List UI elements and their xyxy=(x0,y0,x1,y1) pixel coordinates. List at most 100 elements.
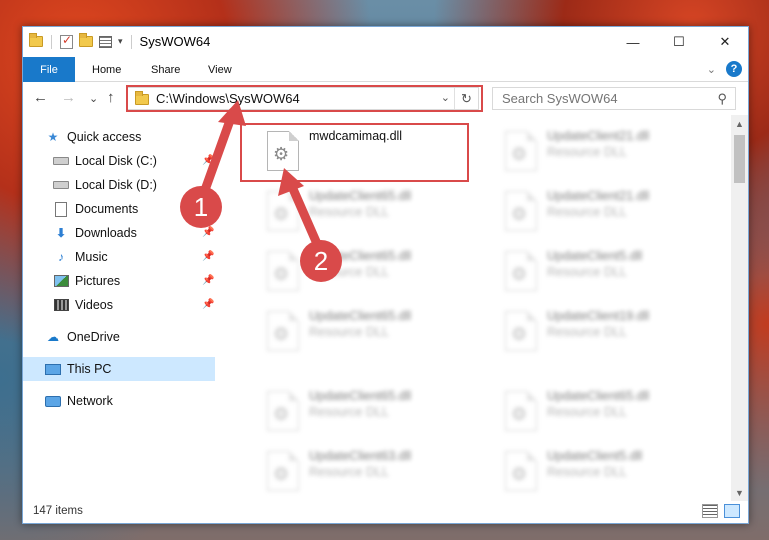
file-item[interactable]: ⚙ UpdateClient5.dll Resource DLL xyxy=(483,243,711,299)
tab-file[interactable]: File xyxy=(23,57,75,82)
network-icon xyxy=(45,395,61,407)
forward-button[interactable]: → xyxy=(61,89,76,106)
file-name: UpdateClient19.dll xyxy=(547,309,650,323)
sidebar-item-local-disk-d[interactable]: Local Disk (D:) xyxy=(53,173,157,197)
file-type: Resource DLL xyxy=(309,465,389,479)
file-type: Resource DLL xyxy=(547,145,627,159)
maximize-button[interactable]: ☐ xyxy=(656,27,702,57)
search-icon[interactable]: ⚲ xyxy=(717,91,727,107)
file-item[interactable]: ⚙ UpdateClient5.dll Resource DLL xyxy=(483,443,711,499)
dll-file-icon: ⚙ xyxy=(505,251,537,291)
dll-file-icon: ⚙ xyxy=(267,251,299,291)
quick-access-toolbar: ▾ SysWOW64 xyxy=(29,33,211,49)
sidebar-item-this-pc[interactable]: This PC xyxy=(23,357,215,381)
recent-locations-chevron-icon[interactable]: ⌄ xyxy=(89,92,98,105)
file-item[interactable]: ⚙ UpdateClient63.dll Resource DLL xyxy=(245,443,473,499)
file-item[interactable]: ⚙ UpdateClient19.dll Resource DLL xyxy=(483,303,711,359)
sidebar-item-label: This PC xyxy=(67,362,112,376)
vertical-scrollbar[interactable]: ▲ ▼ xyxy=(731,115,748,501)
file-item[interactable]: ⚙ UpdateClient65.dll Resource DLL xyxy=(245,303,473,359)
file-highlight-box xyxy=(240,123,469,182)
navigation-bar: ← → ⌄ ↑ C:\Windows\SysWOW64 ⌄ ↻ ⚲ xyxy=(23,83,748,115)
downloads-icon: ⬇ xyxy=(55,226,67,240)
search-input[interactable] xyxy=(502,91,702,106)
dll-file-icon: ⚙ xyxy=(267,391,299,431)
file-type: Resource DLL xyxy=(547,265,627,279)
music-icon: ♪ xyxy=(58,250,64,264)
pin-icon[interactable]: 📌 xyxy=(202,227,214,238)
pin-icon[interactable]: 📌 xyxy=(202,203,214,214)
file-type: Resource DLL xyxy=(309,325,389,339)
pin-icon[interactable]: 📌 xyxy=(202,275,214,286)
file-name: UpdateClient63.dll xyxy=(309,449,412,463)
file-name: UpdateClient21.dll xyxy=(547,129,650,143)
sidebar-item-downloads[interactable]: ⬇ Downloads xyxy=(53,221,137,245)
close-button[interactable]: ✕ xyxy=(702,27,748,57)
customize-toolbar-chevron-icon[interactable]: ▾ xyxy=(118,36,123,47)
file-item[interactable]: ⚙ UpdateClient65.dll Resource DLL xyxy=(245,243,473,299)
gear-icon: ⚙ xyxy=(511,204,528,224)
pin-icon[interactable]: 📌 xyxy=(202,299,214,310)
minimize-button[interactable]: — xyxy=(610,27,656,57)
window-title: SysWOW64 xyxy=(139,34,211,49)
file-type: Resource DLL xyxy=(547,325,627,339)
status-bar: 147 items xyxy=(23,501,748,523)
file-name: UpdateClient65.dll xyxy=(309,249,412,263)
dll-file-icon: ⚙ xyxy=(505,451,537,491)
disk-icon xyxy=(53,157,69,165)
up-button[interactable]: ↑ xyxy=(107,89,115,106)
file-name: UpdateClient21.dll xyxy=(547,189,650,203)
help-icon[interactable]: ? xyxy=(726,61,742,77)
back-button[interactable]: ← xyxy=(33,89,48,106)
gear-icon: ⚙ xyxy=(273,264,290,284)
scroll-thumb[interactable] xyxy=(734,135,745,183)
dll-file-icon: ⚙ xyxy=(505,391,537,431)
address-highlight-box xyxy=(126,85,483,112)
file-item[interactable]: ⚙ UpdateClient21.dll Resource DLL xyxy=(483,123,711,179)
sidebar-item-videos[interactable]: Videos xyxy=(53,293,113,317)
properties-check-icon[interactable] xyxy=(60,33,73,49)
videos-icon xyxy=(53,299,69,311)
file-item[interactable]: ⚙ UpdateClient21.dll Resource DLL xyxy=(483,183,711,239)
file-item[interactable]: ⚙ UpdateClient65.dll Resource DLL xyxy=(483,383,711,439)
sidebar-item-onedrive[interactable]: ☁ OneDrive xyxy=(45,325,120,349)
search-box[interactable]: ⚲ xyxy=(492,87,736,110)
item-count: 147 items xyxy=(33,505,83,517)
tab-view[interactable]: View xyxy=(208,57,232,82)
properties-icon[interactable] xyxy=(99,35,112,48)
sidebar-item-music[interactable]: ♪ Music xyxy=(53,245,108,269)
sidebar-item-label: Downloads xyxy=(75,226,137,240)
gear-icon: ⚙ xyxy=(511,264,528,284)
file-item[interactable]: ⚙ UpdateClient65.dll Resource DLL xyxy=(245,183,473,239)
file-name: UpdateClient5.dll xyxy=(547,449,643,463)
details-view-icon[interactable] xyxy=(702,504,718,518)
sidebar-item-label: Pictures xyxy=(75,274,121,288)
pin-icon[interactable]: 📌 xyxy=(202,251,214,262)
expand-ribbon-chevron-icon[interactable]: ⌄ xyxy=(707,63,716,76)
scroll-up-arrow-icon[interactable]: ▲ xyxy=(731,115,748,132)
gear-icon: ⚙ xyxy=(511,464,528,484)
tab-share[interactable]: Share xyxy=(151,57,180,82)
pin-icon[interactable]: 📌 xyxy=(202,155,214,166)
file-type: Resource DLL xyxy=(309,205,389,219)
file-type: Resource DLL xyxy=(309,405,389,419)
tab-home[interactable]: Home xyxy=(92,57,121,82)
sidebar-item-network[interactable]: Network xyxy=(45,389,113,413)
file-name: UpdateClient65.dll xyxy=(547,389,650,403)
explorer-window: ▾ SysWOW64 — ☐ ✕ File Home Share View ⌄ … xyxy=(22,26,749,524)
onedrive-icon: ☁ xyxy=(47,330,59,344)
scroll-down-arrow-icon[interactable]: ▼ xyxy=(731,484,748,501)
sidebar-item-quick-access[interactable]: ★ Quick access xyxy=(45,125,142,149)
sidebar-item-documents[interactable]: Documents xyxy=(53,197,138,221)
file-item[interactable]: ⚙ UpdateClient65.dll Resource DLL xyxy=(245,383,473,439)
sidebar-item-pictures[interactable]: Pictures xyxy=(53,269,120,293)
disk-icon xyxy=(53,181,69,189)
large-icons-view-icon[interactable] xyxy=(724,504,740,518)
gear-icon: ⚙ xyxy=(511,404,528,424)
folder-icon xyxy=(29,33,43,47)
dll-file-icon: ⚙ xyxy=(267,451,299,491)
new-folder-icon[interactable] xyxy=(79,33,93,47)
toolbar-divider xyxy=(130,34,132,49)
sidebar-item-local-disk-c[interactable]: Local Disk (C:) xyxy=(53,149,157,173)
file-type: Resource DLL xyxy=(547,465,627,479)
